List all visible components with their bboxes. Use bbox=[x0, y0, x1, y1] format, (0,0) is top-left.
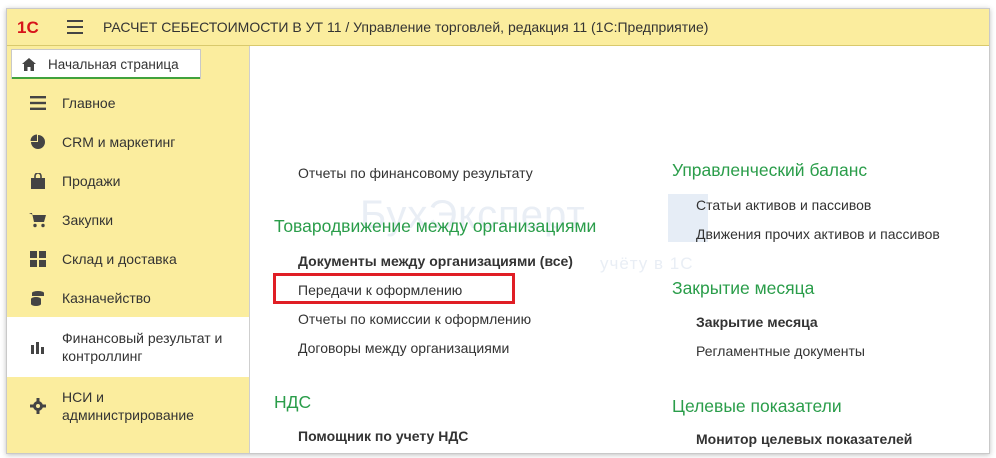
sidebar: Главное CRM и маркетинг Продажи Закупки … bbox=[7, 83, 249, 453]
menu-lines-icon bbox=[29, 94, 47, 112]
section-title-intercompany: Товародвижение между организациями bbox=[274, 216, 597, 236]
link-commission-reports[interactable]: Отчеты по комиссии к оформлению bbox=[298, 311, 531, 327]
sidebar-item-label: Закупки bbox=[62, 211, 114, 228]
sidebar-item-label: Главное bbox=[62, 94, 116, 111]
sidebar-item-treasury[interactable]: Казначейство bbox=[7, 278, 249, 317]
1c-logo-icon: 1С bbox=[17, 18, 39, 37]
gear-icon bbox=[29, 397, 47, 415]
sidebar-item-main[interactable]: Главное bbox=[7, 83, 249, 122]
title-bar: 1С РАСЧЕТ СЕБЕСТОИМОСТИ В УТ 11 / Управл… bbox=[7, 9, 989, 46]
grid-blocks-icon bbox=[29, 250, 47, 268]
section-title-management-balance: Управленческий баланс bbox=[672, 160, 868, 180]
section-title-month-closing: Закрытие месяца bbox=[672, 278, 815, 298]
section-title-vat: НДС bbox=[274, 392, 312, 412]
pie-chart-icon bbox=[29, 133, 47, 151]
sidebar-item-admin[interactable]: НСИ и администрирование bbox=[7, 377, 249, 435]
sidebar-item-label: CRM и маркетинг bbox=[62, 133, 176, 150]
main-content: БухЭксперт учёту в 1С Отчеты по финансов… bbox=[250, 46, 989, 453]
link-regulatory-documents[interactable]: Регламентные документы bbox=[696, 343, 865, 359]
sidebar-item-label: Продажи bbox=[62, 172, 121, 189]
sidebar-item-label: Склад и доставка bbox=[62, 250, 177, 267]
home-tab-label: Начальная страница bbox=[48, 57, 179, 72]
link-intercompany-contracts[interactable]: Договоры между организациями bbox=[298, 340, 509, 356]
home-icon bbox=[22, 58, 36, 71]
app-window: 1С РАСЧЕТ СЕБЕСТОИМОСТИ В УТ 11 / Управл… bbox=[6, 8, 990, 454]
section-title-target-indicators: Целевые показатели bbox=[672, 396, 842, 416]
sidebar-item-label: Финансовый результат и контроллинг bbox=[62, 330, 223, 364]
link-asset-liability-items[interactable]: Статьи активов и пассивов bbox=[696, 197, 871, 213]
sidebar-item-label: Казначейство bbox=[62, 289, 151, 306]
home-tab-bar: Начальная страница bbox=[7, 46, 249, 83]
sidebar-item-label: НСИ и администрирование bbox=[62, 389, 194, 423]
link-target-monitor[interactable]: Монитор целевых показателей bbox=[696, 431, 912, 447]
link-financial-result-reports[interactable]: Отчеты по финансовому результату bbox=[298, 165, 533, 181]
sidebar-item-warehouse[interactable]: Склад и доставка bbox=[7, 239, 249, 278]
link-month-closing[interactable]: Закрытие месяца bbox=[696, 314, 818, 330]
link-vat-assistant[interactable]: Помощник по учету НДС bbox=[298, 428, 468, 444]
highlight-box bbox=[273, 273, 515, 304]
link-intercompany-documents[interactable]: Документы между организациями (все) bbox=[298, 253, 573, 269]
sidebar-item-crm[interactable]: CRM и маркетинг bbox=[7, 122, 249, 161]
home-tab[interactable]: Начальная страница bbox=[11, 49, 201, 79]
bar-chart-icon bbox=[29, 338, 47, 356]
shopping-bag-icon bbox=[29, 172, 47, 190]
sidebar-item-purchases[interactable]: Закупки bbox=[7, 200, 249, 239]
link-other-asset-movements[interactable]: Движения прочих активов и пассивов bbox=[696, 226, 940, 242]
sidebar-item-sales[interactable]: Продажи bbox=[7, 161, 249, 200]
cart-icon bbox=[29, 211, 47, 229]
sidebar-item-financial-result[interactable]: Финансовый результат и контроллинг bbox=[7, 317, 249, 377]
main-menu-button[interactable] bbox=[67, 20, 83, 34]
watermark-subtext: учёту в 1С bbox=[600, 254, 694, 273]
window-title: РАСЧЕТ СЕБЕСТОИМОСТИ В УТ 11 / Управлени… bbox=[103, 19, 709, 35]
coins-icon bbox=[29, 289, 47, 307]
svg-text:1С: 1С bbox=[17, 18, 39, 37]
